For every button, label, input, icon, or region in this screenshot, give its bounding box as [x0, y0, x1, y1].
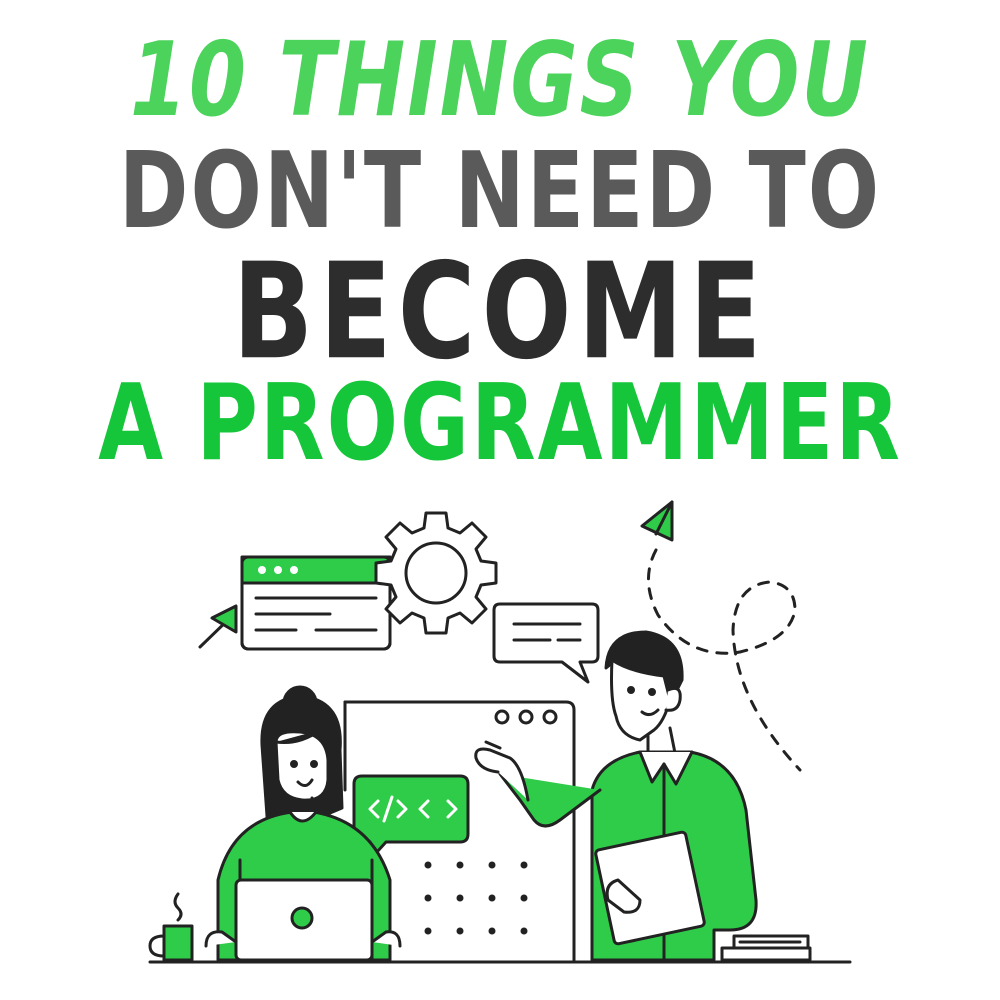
headline-line-4: A PROGRAMMER [98, 361, 902, 484]
paper-plane-icon [640, 500, 802, 772]
headline: 10 THINGS YOU DON'T NEED TO BECOME A PRO… [0, 21, 1000, 475]
browser-window-icon [240, 555, 392, 651]
cursor-arrow-icon [198, 604, 238, 649]
headline-line-2: DON'T NEED TO [118, 129, 882, 252]
gear-icon [374, 511, 498, 635]
code-bubble-icon [352, 774, 470, 864]
screen-panel [343, 700, 576, 962]
woman-figure [204, 685, 402, 962]
books-stack-icon [720, 934, 812, 962]
headline-line-3: BECOME [232, 234, 768, 389]
man-figure [474, 630, 758, 962]
headline-line-1: 10 THINGS YOU [129, 21, 871, 140]
coffee-mug-icon [148, 892, 194, 962]
speech-bubble-icon [492, 602, 600, 684]
